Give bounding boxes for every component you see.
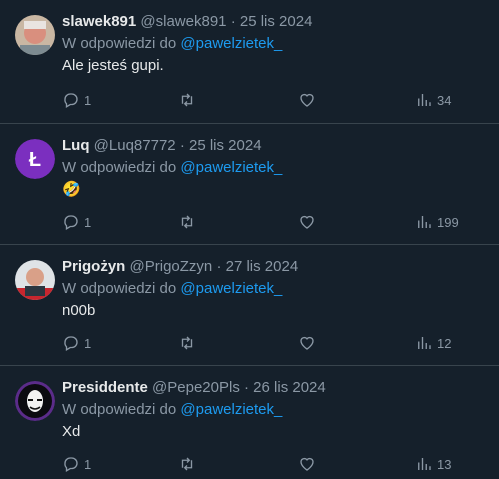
reply-prefix: W odpowiedzi do [62,280,177,297]
retweet-button[interactable] [178,212,196,232]
tweet-header: slawek891 @slawek891 · 25 lis 2024 [62,12,487,32]
retweet-icon [181,215,193,229]
reply-count: 1 [84,92,92,108]
author-name[interactable]: slawek891 [62,13,136,30]
reply-button[interactable]: 1 [62,90,91,110]
views-icon [418,337,431,349]
separator: · [216,258,222,275]
tweet-text: 🤣 [62,181,81,198]
reply-mention-link[interactable]: @pawelzietek_ [180,35,282,52]
tweet[interactable]: Presiddente @Pepe20Pls · 26 lis 2024 W o… [0,366,499,479]
author-name[interactable]: Luq [62,137,90,154]
author-handle[interactable]: @Luq87772 [94,137,176,154]
views-count: 12 [437,335,452,351]
tweet-date[interactable]: 27 lis 2024 [226,258,299,275]
tweet-date[interactable]: 26 lis 2024 [253,379,326,396]
reply-mention-link[interactable]: @pawelzietek_ [180,159,282,176]
tweet-header: Luq @Luq87772 · 25 lis 2024 [62,136,487,156]
heart-icon [300,93,314,107]
views-icon [418,94,431,106]
avatar[interactable] [15,260,55,300]
reply-context: W odpowiedzi do @pawelzietek_ [62,400,487,420]
views-count: 199 [437,214,459,230]
tweet[interactable]: Ł Luq @Luq87772 · 25 lis 2024 W odpowied… [0,124,499,245]
svg-text:Ł: Ł [29,149,41,171]
heart-icon [300,336,314,350]
reply-context: W odpowiedzi do @pawelzietek_ [62,158,487,178]
author-name[interactable]: Prigożyn [62,258,125,275]
views-button[interactable]: 199 [415,212,459,232]
like-button[interactable] [298,90,316,110]
avatar[interactable]: Ł [15,139,55,179]
separator: · [230,13,236,30]
reply-context: W odpowiedzi do @pawelzietek_ [62,279,487,299]
reply-context: W odpowiedzi do @pawelzietek_ [62,34,487,54]
reply-feed: slawek891 @slawek891 · 25 lis 2024 W odp… [0,0,499,479]
tweet-content: Prigożyn @PrigoZzyn · 27 lis 2024 W odpo… [62,257,487,321]
views-button[interactable]: 13 [415,454,451,474]
reply-icon [64,336,78,351]
reply-count: 1 [84,335,92,351]
tweet-text: Ale jesteś gupi. [62,57,164,74]
tweet-text: n00b [62,302,96,319]
author-name[interactable]: Presiddente [62,379,148,396]
reply-button[interactable]: 1 [62,212,91,232]
retweet-button[interactable] [178,454,196,474]
tweet-content: Luq @Luq87772 · 25 lis 2024 W odpowiedzi… [62,136,487,200]
reply-prefix: W odpowiedzi do [62,159,177,176]
tweet-content: Presiddente @Pepe20Pls · 26 lis 2024 W o… [62,378,487,442]
reply-icon [64,457,78,472]
views-count: 13 [437,456,452,472]
views-button[interactable]: 34 [415,90,451,110]
tweet-actions: 1 199 [62,212,479,232]
reply-prefix: W odpowiedzi do [62,401,177,418]
tweet-date[interactable]: 25 lis 2024 [240,13,313,30]
heart-icon [300,215,314,229]
views-icon [418,216,431,228]
reply-button[interactable]: 1 [62,333,91,353]
tweet-actions: 1 12 [62,333,479,353]
author-handle[interactable]: @slawek891 [140,13,226,30]
like-button[interactable] [298,333,316,353]
tweet-text: Xd [62,423,81,440]
retweet-icon [181,93,193,107]
like-button[interactable] [298,212,316,232]
author-handle[interactable]: @Pepe20Pls [152,379,240,396]
retweet-icon [181,336,193,350]
separator: · [179,137,185,154]
reply-count: 1 [84,214,92,230]
retweet-icon [181,457,193,471]
retweet-button[interactable] [178,333,196,353]
tweet[interactable]: Prigożyn @PrigoZzyn · 27 lis 2024 W odpo… [0,245,499,366]
tweet[interactable]: slawek891 @slawek891 · 25 lis 2024 W odp… [0,0,499,124]
views-button[interactable]: 12 [415,333,451,353]
like-button[interactable] [298,454,316,474]
tweet-header: Prigożyn @PrigoZzyn · 27 lis 2024 [62,257,487,277]
avatar[interactable] [15,381,55,421]
reply-mention-link[interactable]: @pawelzietek_ [180,280,282,297]
tweet-actions: 1 13 [62,454,479,474]
reply-icon [64,93,78,108]
reply-prefix: W odpowiedzi do [62,35,177,52]
reply-button[interactable]: 1 [62,454,91,474]
tweet-content: slawek891 @slawek891 · 25 lis 2024 W odp… [62,12,487,76]
separator: · [244,379,249,396]
heart-icon [300,457,314,471]
avatar[interactable] [15,15,55,55]
tweet-header: Presiddente @Pepe20Pls · 26 lis 2024 [62,378,487,398]
author-handle[interactable]: @PrigoZzyn [130,258,213,275]
tweet-date[interactable]: 25 lis 2024 [189,137,262,154]
views-count: 34 [437,92,452,108]
reply-mention-link[interactable]: @pawelzietek_ [180,401,282,418]
reply-icon [64,215,78,230]
views-icon [418,458,431,470]
tweet-actions: 1 34 [62,90,479,110]
retweet-button[interactable] [178,90,196,110]
reply-count: 1 [84,456,92,472]
